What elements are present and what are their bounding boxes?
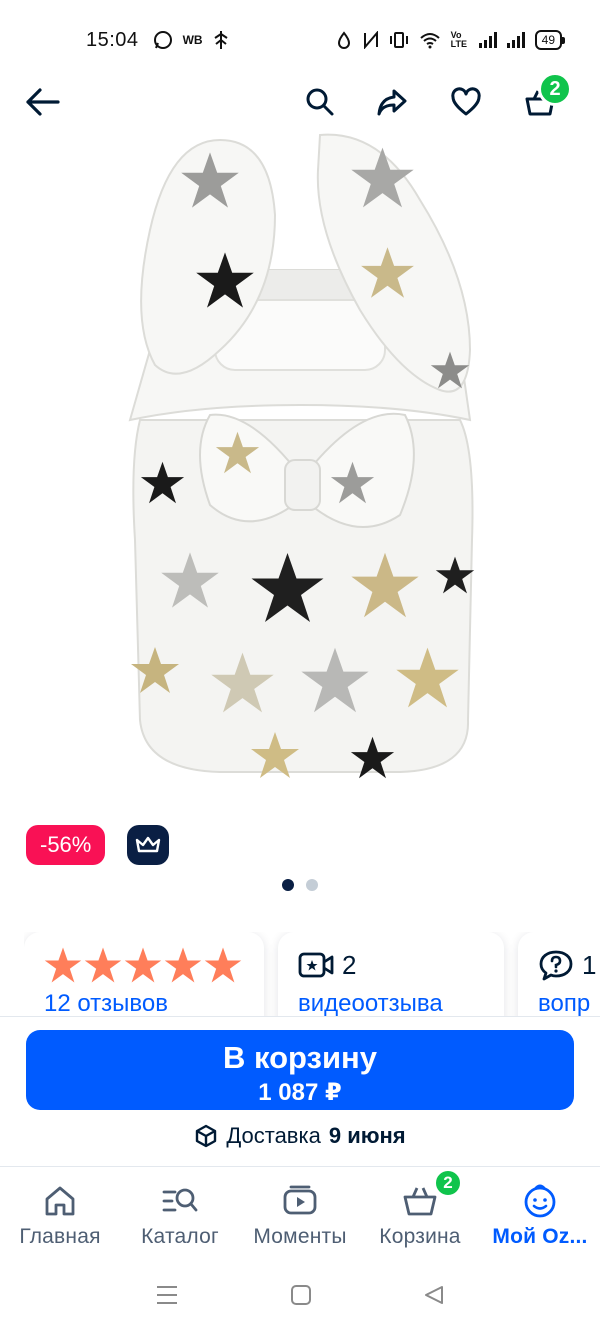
search-button[interactable]: [298, 80, 342, 124]
tab-home-label: Главная: [19, 1225, 101, 1248]
video-reviews-card[interactable]: 2 видеоотзыва: [278, 932, 504, 1022]
wb-icon: WB: [182, 33, 203, 47]
catalog-icon: [162, 1188, 198, 1212]
bottom-tab-bar: Главная Каталог Моменты 2 Корзина Мой Oz…: [0, 1166, 600, 1258]
home-icon: [45, 1186, 75, 1216]
cart-count-badge: 2: [538, 72, 572, 106]
tab-cart-badge: 2: [434, 1169, 462, 1197]
image-pager[interactable]: [0, 879, 600, 891]
moments-icon: [283, 1185, 317, 1215]
tab-moments-label: Моменты: [253, 1225, 347, 1248]
tab-catalog-label: Каталог: [141, 1225, 219, 1248]
star-icon: [164, 947, 202, 983]
price-label: 1 087 ₽: [258, 1079, 342, 1106]
home-square-icon[interactable]: [290, 1284, 312, 1306]
box-icon: [196, 1124, 217, 1148]
nfc-icon: [363, 31, 378, 49]
share-icon: [377, 89, 407, 116]
premium-badge[interactable]: [127, 825, 169, 865]
back-button[interactable]: [20, 80, 64, 124]
reviews-link[interactable]: 12 отзывов: [44, 990, 244, 1018]
reviews-card[interactable]: 12 отзывов: [24, 932, 264, 1022]
battery-icon: 49: [534, 30, 566, 50]
vibrate-icon: [389, 32, 408, 48]
tab-home[interactable]: Главная: [0, 1167, 120, 1258]
profile-icon: [524, 1184, 556, 1218]
status-bar: 15:04 WB Vo LTE 49: [0, 0, 600, 80]
add-to-cart-label: В корзину: [222, 1040, 377, 1075]
volte-label: Vo LTE: [450, 30, 467, 49]
star-icon: [84, 947, 122, 983]
buy-panel: В корзину 1 087 ₽ Доставка 9 июня: [0, 1016, 600, 1166]
whatsapp-icon: [153, 31, 172, 49]
share-button[interactable]: [370, 80, 414, 124]
discount-badge: -56%: [26, 825, 106, 865]
heart-icon: [451, 87, 481, 116]
tab-cart[interactable]: 2 Корзина: [360, 1167, 480, 1258]
tab-cart-label: Корзина: [379, 1225, 461, 1248]
questions-link[interactable]: вопр: [538, 990, 600, 1018]
search-icon: [306, 88, 334, 116]
questions-count: 1: [582, 949, 597, 980]
tab-catalog[interactable]: Каталог: [120, 1167, 240, 1258]
cart-icon: [403, 1187, 437, 1216]
tab-moments[interactable]: Моменты: [240, 1167, 360, 1258]
tab-profile-label: Мой Oz...: [492, 1225, 588, 1248]
star-icon: [44, 947, 82, 983]
rating-stars: [44, 946, 244, 984]
video-count: 2: [342, 949, 357, 980]
arrow-left-icon: [26, 88, 60, 116]
notification-icon: [214, 31, 228, 49]
wifi-icon: [419, 33, 440, 49]
add-to-cart-button[interactable]: В корзину 1 087 ₽: [26, 1030, 574, 1110]
questions-card[interactable]: 1 вопр: [518, 932, 600, 1022]
star-icon: [204, 947, 242, 983]
star-icon: [124, 947, 162, 983]
reviews-strip: 12 отзывов 2 видеоотзыва 1 вопр: [24, 932, 600, 1022]
favorite-button[interactable]: [444, 80, 488, 124]
pager-dot[interactable]: [306, 879, 318, 891]
back-triangle-icon[interactable]: [423, 1284, 445, 1306]
video-reviews-link[interactable]: видеоотзыва: [298, 990, 484, 1018]
signal-icon: [478, 32, 497, 48]
question-icon: [539, 950, 573, 981]
product-photo[interactable]: [100, 120, 500, 800]
delivery-prefix: Доставка: [226, 1123, 321, 1148]
system-nav-bar: [0, 1258, 600, 1332]
tab-profile[interactable]: Мой Oz...: [480, 1167, 600, 1258]
delivery-date: 9 июня: [328, 1123, 406, 1148]
pager-dot-active[interactable]: [282, 879, 294, 891]
delivery-info[interactable]: Доставка 9 июня: [0, 1123, 600, 1149]
status-time: 15:04: [86, 28, 139, 51]
alarm-icon: [337, 31, 350, 49]
video-review-icon: [298, 952, 334, 978]
crown-icon: [135, 836, 161, 853]
menu-icon[interactable]: [155, 1284, 179, 1306]
signal-icon-2: [506, 32, 525, 48]
cart-button[interactable]: 2: [518, 72, 572, 124]
